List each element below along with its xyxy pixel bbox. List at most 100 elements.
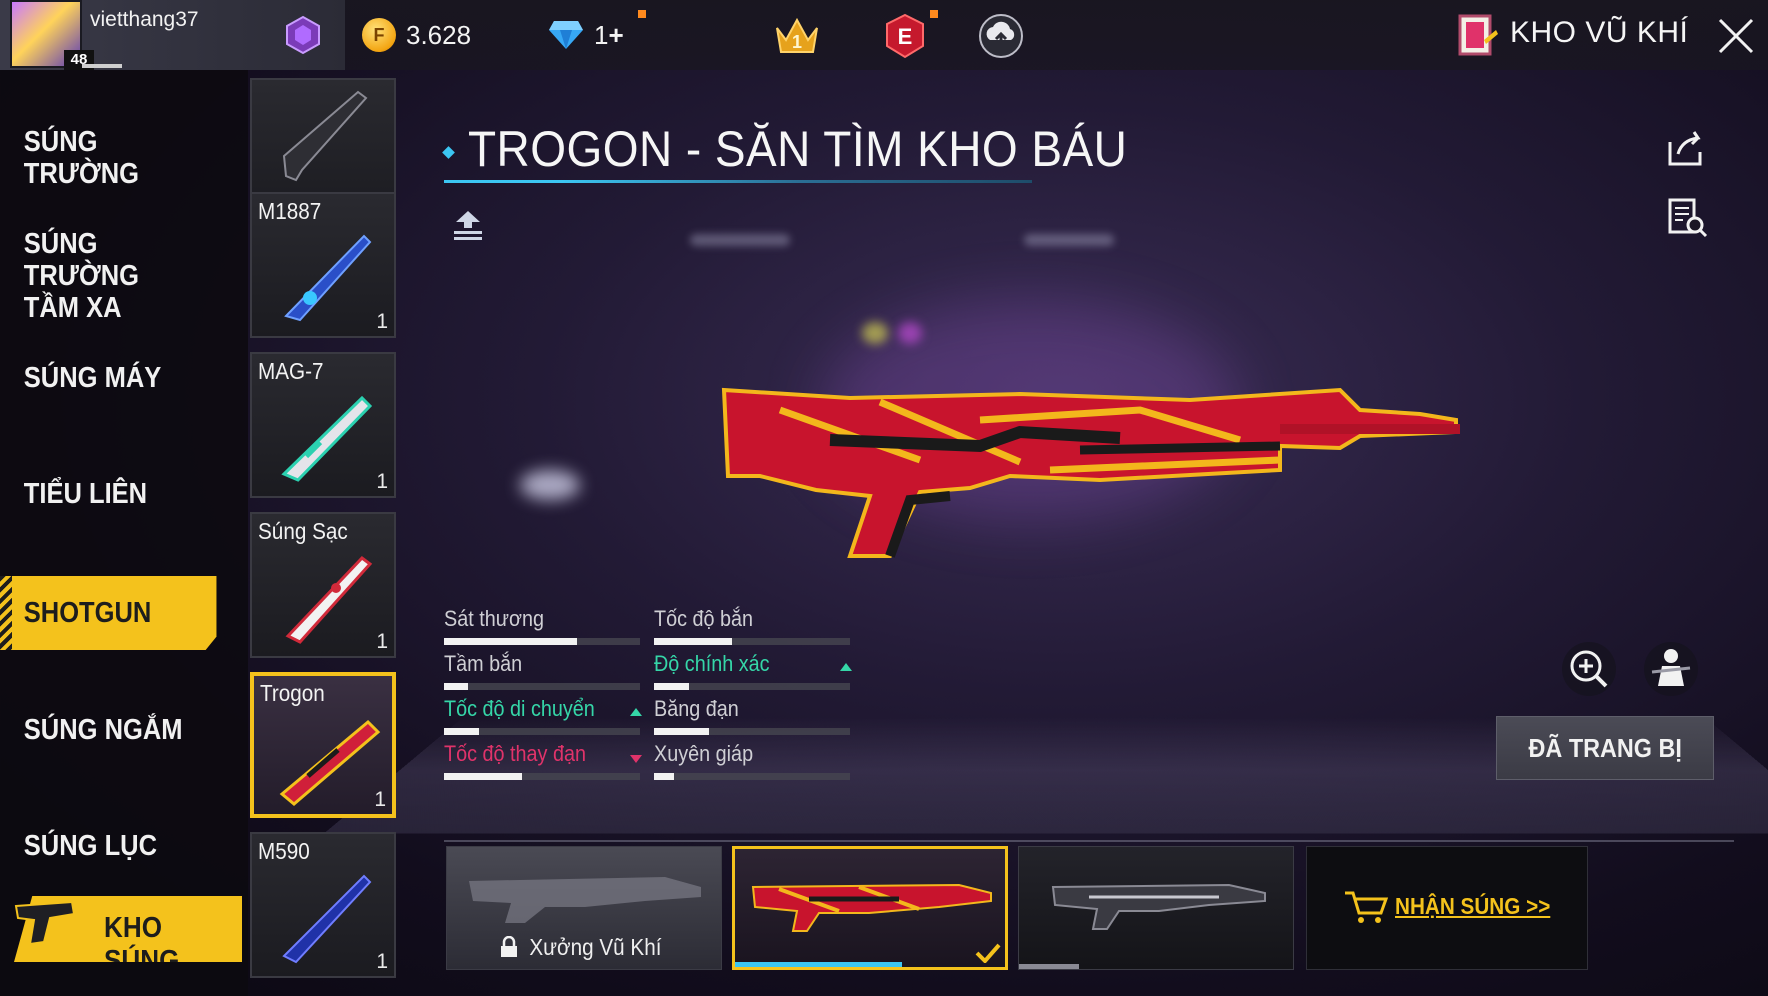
- upgrade-icon[interactable]: [450, 208, 486, 244]
- add-diamond-button[interactable]: +: [608, 20, 623, 50]
- equipped-button[interactable]: ĐÃ TRANG BỊ: [1496, 716, 1714, 780]
- player-name: vietthang37: [90, 8, 199, 31]
- weapon-count: 1: [376, 310, 388, 333]
- stat-movement-speed: Tốc độ di chuyển: [444, 696, 644, 736]
- top-bar: 48 vietthang37 F 3.628 1+ 1 E KHO VŨ KHÍ: [0, 0, 1768, 70]
- weapon-card-trogon[interactable]: Trogon 1: [250, 672, 396, 818]
- category-machine-gun[interactable]: SÚNG MÁY: [0, 362, 216, 394]
- stat-track: [444, 728, 640, 735]
- skin-slot-workshop[interactable]: Xưởng Vũ Khí: [446, 846, 722, 970]
- stat-decrease-arrow-icon: [630, 755, 642, 763]
- mag-7-thumbnail-icon: [281, 395, 373, 482]
- stat-damage: Sát thương: [444, 606, 644, 646]
- elite-notification-dot: [930, 10, 938, 18]
- stat-reload-speed: Tốc độ thay đạn: [444, 741, 644, 781]
- title-bullet: [442, 146, 455, 159]
- category-rifle[interactable]: SÚNG TRƯỜNG: [0, 126, 216, 190]
- weapon-details-icon[interactable]: [1666, 196, 1708, 238]
- sung-sac-thumbnail-icon: [285, 555, 373, 644]
- avatar[interactable]: 48: [10, 0, 94, 70]
- weapon-model-render[interactable]: [720, 380, 1460, 580]
- gold-coin-icon: F: [362, 18, 396, 52]
- stat-increase-arrow-icon: [630, 708, 642, 716]
- profile-panel[interactable]: 48 vietthang37: [0, 0, 345, 70]
- stat-rate-of-fire: Tốc độ bắn: [654, 606, 854, 646]
- category-long-range-rifle[interactable]: SÚNG TRƯỜNG TẦM XA: [0, 228, 216, 324]
- stat-range: Tầm bắn: [444, 651, 644, 691]
- category-sniper[interactable]: SÚNG NGẮM: [0, 714, 216, 746]
- character-preview-icon[interactable]: [1644, 642, 1698, 696]
- stat-label: Sát thương: [444, 606, 544, 631]
- category-shotgun-label: SHOTGUN: [23, 597, 152, 629]
- category-smg[interactable]: TIỂU LIÊN: [0, 478, 216, 510]
- stat-label: Xuyên giáp: [654, 741, 754, 766]
- stat-fill: [444, 773, 523, 780]
- stat-track: [444, 773, 640, 780]
- weapon-count: 1: [376, 470, 388, 493]
- stat-fill: [654, 773, 674, 780]
- share-icon[interactable]: [1664, 126, 1708, 170]
- rank-badge-icon[interactable]: [282, 14, 324, 56]
- get-gun-label: NHẬN SÚNG >>: [1395, 893, 1551, 919]
- gold-currency[interactable]: F 3.628: [362, 16, 471, 54]
- close-icon[interactable]: [1714, 14, 1758, 58]
- stat-increase-arrow-icon: [840, 663, 852, 671]
- stat-magazine: Băng đạn: [654, 696, 854, 736]
- get-gun-button[interactable]: NHẬN SÚNG >>: [1306, 846, 1588, 970]
- active-category-stripe: [0, 576, 12, 650]
- diamond-amount: 1+: [594, 19, 624, 50]
- weapon-card-mag-7[interactable]: MAG-7 1: [250, 352, 396, 498]
- stat-fill: [654, 638, 733, 645]
- title-underline: [444, 180, 1032, 183]
- skin-progress-bar: [735, 962, 903, 967]
- stat-label: Tốc độ di chuyển: [444, 696, 595, 721]
- svg-text:1: 1: [792, 32, 802, 52]
- shotgun-thumbnail-icon: [282, 90, 368, 182]
- pistol-icon: [14, 900, 76, 946]
- armory-book-icon: [1458, 14, 1498, 56]
- svg-text:E: E: [898, 24, 913, 49]
- gold-amount: 3.628: [406, 19, 472, 50]
- xp-bar: [82, 64, 122, 68]
- zoom-in-icon[interactable]: [1562, 642, 1616, 696]
- stat-fill: [444, 683, 468, 690]
- weapon-stats: Sát thương Tốc độ bắn Tầm bắn Độ chính x…: [444, 606, 864, 786]
- default-skin-thumbnail-icon: [1051, 883, 1266, 930]
- trogon-thumbnail-icon: [279, 719, 381, 806]
- equipped-label: ĐÃ TRANG BỊ: [1528, 732, 1682, 763]
- m590-thumbnail-icon: [282, 874, 372, 964]
- stat-fill: [654, 728, 709, 735]
- stat-label: Tầm bắn: [444, 651, 523, 676]
- shopping-cart-icon: [1345, 891, 1389, 923]
- crown-rank-icon[interactable]: 1: [772, 12, 822, 60]
- weapon-card-m590[interactable]: M590 1: [250, 832, 396, 978]
- skin-title: TROGON - SĂN TÌM KHO BÁU: [468, 121, 1128, 177]
- skin-slot-default[interactable]: [1018, 846, 1294, 970]
- weapon-count: 1: [376, 630, 388, 653]
- weapon-card-sung-sac[interactable]: Súng Sạc 1: [250, 512, 396, 658]
- weapon-count: 1: [376, 950, 388, 973]
- stat-track: [444, 638, 640, 645]
- stat-track: [654, 773, 850, 780]
- equipped-check-icon: [975, 943, 1001, 963]
- diamond-currency[interactable]: 1+: [548, 16, 624, 54]
- weapon-count: 1: [374, 788, 386, 811]
- diamond-notification-dot: [638, 10, 646, 18]
- cloud-upload-icon[interactable]: [976, 12, 1026, 60]
- elite-pass-icon[interactable]: E: [880, 12, 930, 60]
- lock-icon: [500, 936, 517, 957]
- stat-track: [444, 683, 640, 690]
- stat-fill: [654, 683, 690, 690]
- category-pistol[interactable]: SÚNG LỤC: [0, 830, 216, 862]
- m1887-thumbnail-icon: [284, 234, 372, 322]
- diamond-icon: [549, 21, 583, 49]
- weapon-card-m1887[interactable]: M1887 1: [250, 192, 396, 338]
- workshop-label: Xưởng Vũ Khí: [447, 934, 721, 961]
- stat-track: [654, 683, 850, 690]
- category-shotgun[interactable]: SHOTGUN: [0, 576, 217, 650]
- skin-slot-trogon[interactable]: [732, 846, 1008, 970]
- trogon-skin-thumbnail-icon: [751, 883, 992, 932]
- stat-label: Tốc độ bắn: [654, 606, 754, 631]
- stat-fill: [444, 638, 578, 645]
- stat-label: Độ chính xác: [654, 651, 770, 676]
